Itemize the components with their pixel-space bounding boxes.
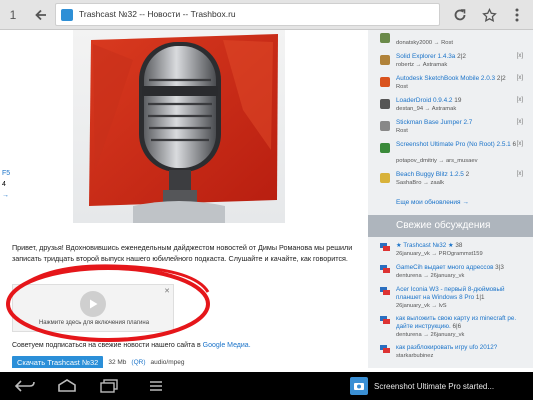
chat-bubble-icon <box>380 316 390 324</box>
app-name[interactable]: Autodesk SketchBook Mobile 2.0.3 2|2 <box>396 75 506 82</box>
file-size: 32 Mb <box>108 359 127 366</box>
discussions-list: ★ Trashcast №32 ★ 38 26january_vk → PROgr… <box>368 241 533 365</box>
tab-count[interactable]: 1 <box>2 6 24 24</box>
menu-icon[interactable] <box>506 4 528 26</box>
reload-icon[interactable] <box>449 4 471 26</box>
nav-recents-icon[interactable] <box>98 377 120 395</box>
discussion-item[interactable]: GameCih выдает много адрессов 3|3 denture… <box>368 263 533 285</box>
chat-bubble-icon <box>380 345 390 353</box>
more-updates-link[interactable]: Еще мои обновления → <box>396 199 469 206</box>
app-author: Rost <box>396 128 408 134</box>
app-name[interactable]: LoaderDroid 0.9.4.2 19 <box>396 97 461 104</box>
discussion-item[interactable]: Acer Iconia W3 - первый 8-дюймовый планш… <box>368 285 533 314</box>
chat-bubble-icon <box>380 265 390 273</box>
bookmark-star-icon[interactable] <box>478 4 500 26</box>
dismiss-button[interactable]: [x] <box>517 75 523 81</box>
article-area: F5 4 → Привет, друзья! Вдохновившись еже… <box>0 30 368 368</box>
subscribe-line: Советуем подписаться на свежие новости н… <box>12 342 251 349</box>
app-icon <box>380 173 390 183</box>
pager-arrow[interactable]: → <box>2 190 10 201</box>
browser-toolbar: 1 Trashcast №32 -- Новости -- Trashbox.r… <box>0 0 533 30</box>
app-update-item[interactable]: Beach Buggy Blitz 1.2.5 2 SashaBro → zaal… <box>368 170 533 192</box>
notification[interactable]: Screenshot Ultimate Pro started... <box>350 375 494 397</box>
app-name[interactable]: Screenshot Ultimate Pro (No Root) 2.5.1 … <box>396 141 516 148</box>
app-icon <box>380 33 390 43</box>
discussion-item[interactable]: как выложить свою карту из minecraft pe.… <box>368 314 533 343</box>
camera-icon <box>350 377 368 395</box>
download-button[interactable]: Скачать Trashcast №32 <box>12 356 104 368</box>
notification-text: Screenshot Ultimate Pro started... <box>374 381 495 391</box>
discussion-author: starkarbubinez <box>396 353 434 359</box>
discussion-author: denturena → 26january_vk <box>396 332 465 338</box>
system-navbar: Screenshot Ultimate Pro started... <box>0 372 533 400</box>
discussion-author: 26january_vk → PROgrammst159 <box>396 251 483 257</box>
nav-back-icon[interactable] <box>14 377 36 395</box>
discussion-title[interactable]: как разблокировать игру ufo 2012? <box>396 344 526 352</box>
discussion-title[interactable]: Acer Iconia W3 - первый 8-дюймовый планш… <box>396 286 526 301</box>
chat-bubble-icon <box>380 287 390 295</box>
app-icon <box>380 77 390 87</box>
dismiss-button[interactable]: [x] <box>517 171 523 177</box>
google-media-link[interactable]: Google Медиа. <box>203 342 251 349</box>
mime-type: audio/mpeg <box>150 359 185 366</box>
app-update-item[interactable]: Autodesk SketchBook Mobile 2.0.3 2|2 Rost… <box>368 74 533 96</box>
qr-link[interactable]: (QR) <box>131 359 145 366</box>
discussion-author: denturena → 26january_vk <box>396 273 465 279</box>
app-update-item[interactable]: donatsky2000 → Rost <box>368 30 533 52</box>
app-name[interactable]: Solid Explorer 1.4.3a 2|2 <box>396 53 466 60</box>
dismiss-button[interactable]: [x] <box>517 119 523 125</box>
discussion-item[interactable]: как разблокировать игру ufo 2012? starkar… <box>368 343 533 365</box>
app-icon <box>380 55 390 65</box>
app-icon <box>380 121 390 131</box>
app-icon <box>380 99 390 109</box>
discussion-title[interactable]: как выложить свою карту из minecraft pe.… <box>396 315 526 330</box>
discussion-item[interactable]: ★ Trashcast №32 ★ 38 26january_vk → PROgr… <box>368 241 533 263</box>
subscribe-text: Советуем подписаться на свежие новости н… <box>12 342 201 349</box>
app-author: potapov_dmitriy → ars_musaev <box>396 158 478 164</box>
app-update-item[interactable]: Stickman Base Jumper 2.7 Rost [x] <box>368 118 533 140</box>
pager: F5 4 → <box>2 168 10 201</box>
nav-menu-icon[interactable] <box>145 377 167 395</box>
pager-number: 4 <box>2 181 6 188</box>
app-author: donatsky2000 → Rost <box>396 40 454 46</box>
dismiss-button[interactable]: [x] <box>517 97 523 103</box>
discussions-header: Свежие обсуждения <box>368 215 533 237</box>
app-update-item[interactable]: LoaderDroid 0.9.4.2 19 destan_94 → Astram… <box>368 96 533 118</box>
app-updates-list: donatsky2000 → Rost Solid Explorer 1.4.3a… <box>368 30 533 192</box>
app-name[interactable]: Beach Buggy Blitz 1.2.5 2 <box>396 171 469 178</box>
app-author: Rost <box>396 84 408 90</box>
podcast-microphone-artwork <box>73 30 285 223</box>
dismiss-button[interactable]: [x] <box>517 53 523 59</box>
screen: 1 Trashcast №32 -- Новости -- Trashbox.r… <box>0 0 533 400</box>
download-row: Скачать Trashcast №32 32 Mb (QR) audio/m… <box>12 356 184 368</box>
back-icon[interactable] <box>30 4 52 26</box>
app-name[interactable]: Stickman Base Jumper 2.7 <box>396 119 472 126</box>
dismiss-button[interactable]: [x] <box>517 141 523 147</box>
app-author: destan_94 → Astramak <box>396 106 457 112</box>
page-title-in-url: Trashcast №32 -- Новости -- Trashbox.ru <box>79 9 236 19</box>
pager-f5[interactable]: F5 <box>2 168 10 179</box>
app-update-item[interactable]: Screenshot Ultimate Pro (No Root) 2.5.1 … <box>368 140 533 170</box>
discussion-title[interactable]: ★ Trashcast №32 ★ 38 <box>396 242 526 250</box>
app-author: robertz → Astramak <box>396 62 448 68</box>
app-icon <box>380 143 390 153</box>
sidebar: donatsky2000 → Rost Solid Explorer 1.4.3a… <box>368 30 533 368</box>
address-bar[interactable]: Trashcast №32 -- Новости -- Trashbox.ru <box>55 3 440 26</box>
site-favicon-icon <box>61 9 73 21</box>
app-author: SashaBro → zaalk <box>396 180 445 186</box>
discussion-author: 26january_vk → lvS <box>396 303 447 309</box>
nav-home-icon[interactable] <box>56 377 78 395</box>
red-annotation-circle <box>6 264 210 342</box>
app-update-item[interactable]: Solid Explorer 1.4.3a 2|2 robertz → Astra… <box>368 52 533 74</box>
chat-bubble-icon <box>380 243 390 251</box>
discussion-title[interactable]: GameCih выдает много адрессов 3|3 <box>396 264 526 272</box>
article-intro: Привет, друзья! Вдохновившись еженедельн… <box>12 243 353 263</box>
